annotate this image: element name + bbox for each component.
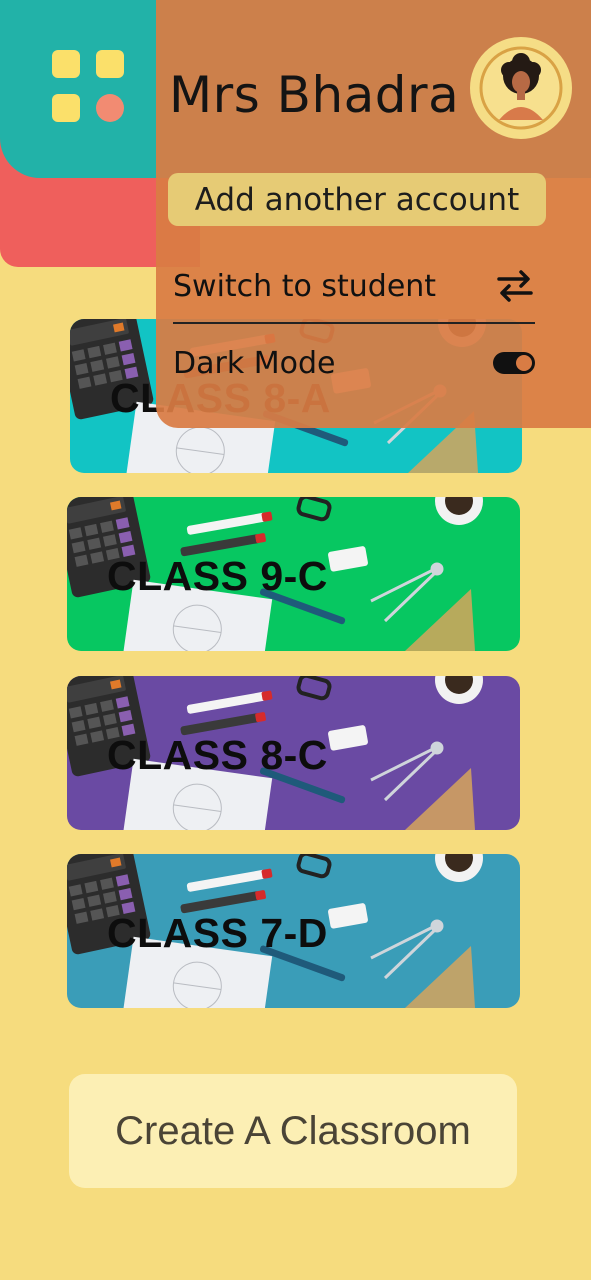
apps-grid-icon[interactable] [52, 50, 124, 122]
create-classroom-button[interactable]: Create A Classroom [69, 1074, 517, 1188]
class-card-title: CLASS 8-C [107, 732, 328, 778]
class-card-title: CLASS 9-C [107, 553, 328, 599]
account-name: Mrs Bhadra [169, 66, 460, 124]
dark-mode-toggle[interactable] [493, 352, 535, 374]
switch-to-student-label: Switch to student [173, 268, 437, 304]
switch-to-student-row[interactable]: Switch to student [173, 261, 535, 311]
avatar[interactable] [470, 37, 572, 139]
menu-divider [173, 322, 535, 324]
class-card[interactable]: CLASS 8-C [67, 676, 520, 830]
dark-mode-label: Dark Mode [173, 345, 336, 381]
class-card[interactable]: CLASS 9-C [67, 497, 520, 651]
user-avatar-icon [479, 46, 563, 130]
account-menu: Mrs Bhadra Add another account Switch to… [156, 0, 591, 428]
add-account-button[interactable]: Add another account [168, 173, 546, 226]
dark-mode-row: Dark Mode [173, 338, 535, 388]
class-card[interactable]: CLASS 7-D [67, 854, 520, 1008]
swap-arrows-icon [497, 270, 533, 302]
class-card-title: CLASS 7-D [107, 910, 328, 956]
